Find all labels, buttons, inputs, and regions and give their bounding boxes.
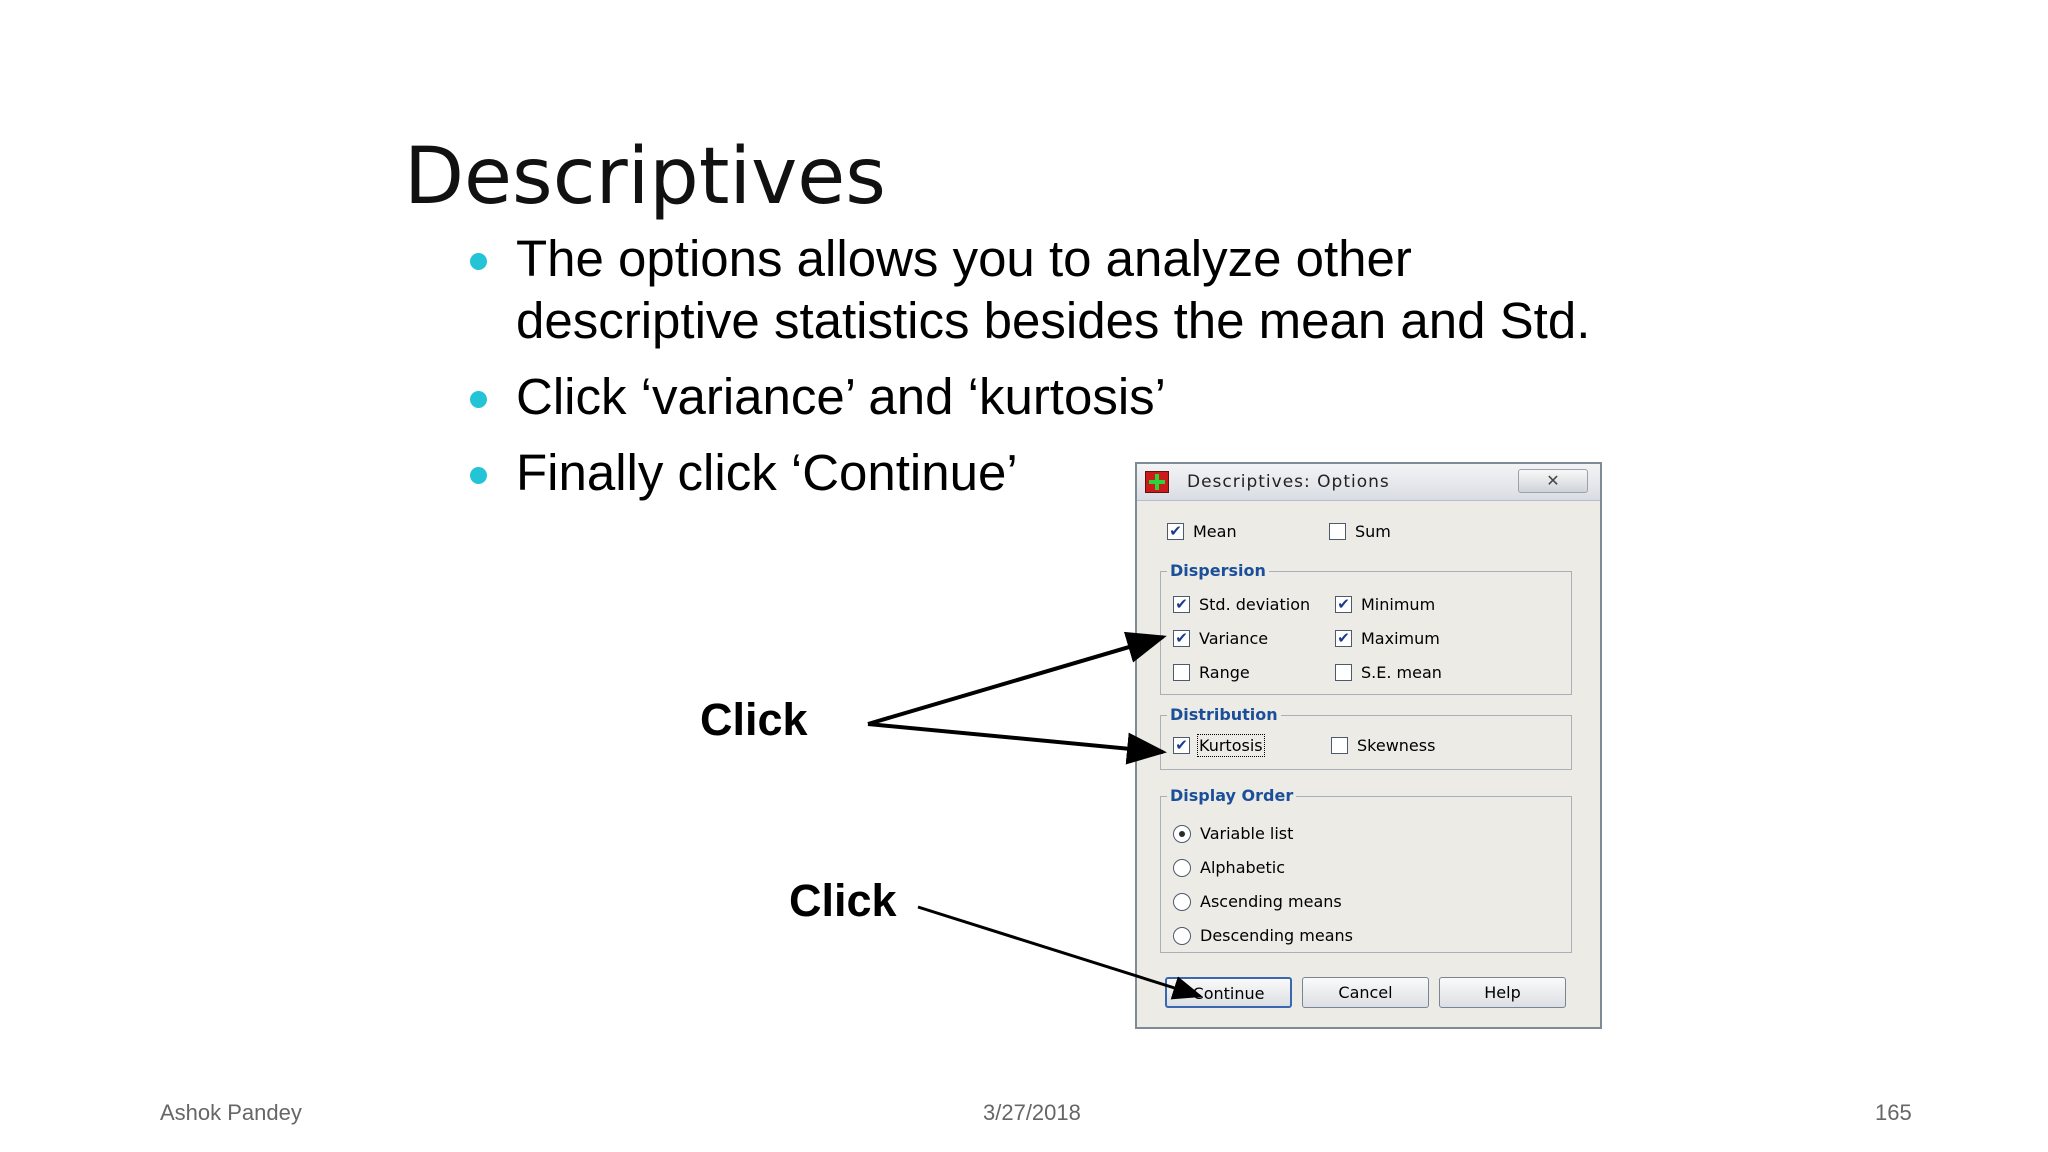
slide-title: Descriptives — [404, 132, 886, 222]
checkbox-check-icon: ✔ — [1335, 630, 1352, 647]
radio-label: Descending means — [1200, 926, 1353, 945]
checkbox-check-icon: ✔ — [1173, 737, 1190, 754]
close-icon[interactable]: ✕ — [1518, 469, 1588, 493]
checkbox-box — [1173, 664, 1190, 681]
group-label: Distribution — [1167, 705, 1281, 724]
click-annotation-variance: Click — [700, 694, 808, 745]
footer-date: 3/27/2018 — [983, 1100, 1081, 1125]
footer-page-number: 165 — [1875, 1100, 1912, 1125]
checkbox-box — [1329, 523, 1346, 540]
dialog-title: Descriptives: Options — [1187, 472, 1390, 492]
dispersion-group: Dispersion ✔ Std. deviation ✔ Minimum ✔ … — [1160, 561, 1572, 695]
checkbox-label: S.E. mean — [1361, 663, 1442, 682]
maximum-checkbox[interactable]: ✔ Maximum — [1335, 629, 1440, 648]
radio-icon — [1173, 858, 1191, 877]
variance-checkbox[interactable]: ✔ Variance — [1173, 629, 1268, 648]
distribution-group: Distribution ✔ Kurtosis Skewness — [1160, 705, 1572, 770]
click-annotation-continue: Click — [789, 875, 897, 926]
checkbox-label: Range — [1199, 663, 1250, 682]
bullet-dot-icon — [470, 253, 487, 270]
radio-label: Alphabetic — [1200, 858, 1286, 877]
checkbox-check-icon: ✔ — [1335, 596, 1352, 613]
checkbox-label: Std. deviation — [1199, 595, 1311, 614]
variable-list-radio[interactable]: Variable list — [1173, 824, 1293, 843]
checkbox-label: Maximum — [1361, 629, 1440, 648]
arrow-to-kurtosis — [867, 722, 1167, 765]
bullet-dot-icon — [470, 391, 487, 408]
checkbox-check-icon: ✔ — [1173, 596, 1190, 613]
descending-means-radio[interactable]: Descending means — [1173, 926, 1353, 945]
help-button[interactable]: Help — [1439, 977, 1566, 1008]
group-label: Display Order — [1167, 786, 1297, 805]
bullet-text: Finally click ‘Continue’ — [516, 444, 1018, 501]
sum-checkbox[interactable]: Sum — [1329, 522, 1391, 541]
descriptives-options-dialog: Descriptives: Options ✕ ✔ Mean Sum Dispe… — [1135, 462, 1602, 1029]
checkbox-label: Kurtosis — [1197, 734, 1265, 757]
radio-icon — [1173, 892, 1191, 911]
bullet-text: Click ‘variance’ and ‘kurtosis’ — [516, 368, 1167, 425]
kurtosis-checkbox[interactable]: ✔ Kurtosis — [1173, 734, 1265, 757]
alphabetic-radio[interactable]: Alphabetic — [1173, 858, 1285, 877]
se-mean-checkbox[interactable]: S.E. mean — [1335, 663, 1442, 682]
radio-label: Variable list — [1200, 824, 1294, 843]
footer-author: Ashok Pandey — [160, 1100, 302, 1125]
checkbox-label: Sum — [1355, 522, 1391, 541]
radio-label: Ascending means — [1200, 892, 1342, 911]
skewness-checkbox[interactable]: Skewness — [1331, 736, 1435, 755]
bullet-item: Click ‘variance’ and ‘kurtosis’ — [470, 366, 1630, 428]
dialog-titlebar[interactable]: Descriptives: Options ✕ — [1137, 464, 1600, 501]
checkbox-box — [1335, 664, 1352, 681]
display-order-group: Display Order Variable list Alphabetic A… — [1160, 786, 1572, 953]
ascending-means-radio[interactable]: Ascending means — [1173, 892, 1342, 911]
cancel-button[interactable]: Cancel — [1302, 977, 1429, 1008]
range-checkbox[interactable]: Range — [1173, 663, 1250, 682]
continue-button[interactable]: Continue — [1165, 977, 1292, 1008]
bullet-dot-icon — [470, 467, 487, 484]
group-label: Dispersion — [1167, 561, 1269, 580]
checkbox-label: Skewness — [1357, 736, 1436, 755]
checkbox-label: Mean — [1193, 522, 1237, 541]
radio-selected-icon — [1173, 824, 1191, 843]
bullet-text: The options allows you to analyze other … — [516, 230, 1591, 349]
std-deviation-checkbox[interactable]: ✔ Std. deviation — [1173, 595, 1310, 614]
checkbox-check-icon: ✔ — [1167, 523, 1184, 540]
mean-checkbox[interactable]: ✔ Mean — [1167, 522, 1237, 541]
checkbox-label: Minimum — [1361, 595, 1436, 614]
arrow-to-variance — [867, 631, 1167, 726]
checkbox-check-icon: ✔ — [1173, 630, 1190, 647]
checkbox-box — [1331, 737, 1348, 754]
radio-icon — [1173, 926, 1191, 945]
minimum-checkbox[interactable]: ✔ Minimum — [1335, 595, 1435, 614]
annotation-arrows — [867, 631, 1203, 1000]
checkbox-label: Variance — [1199, 629, 1269, 648]
spss-options-icon — [1145, 471, 1169, 493]
bullet-item: The options allows you to analyze other … — [470, 228, 1630, 352]
